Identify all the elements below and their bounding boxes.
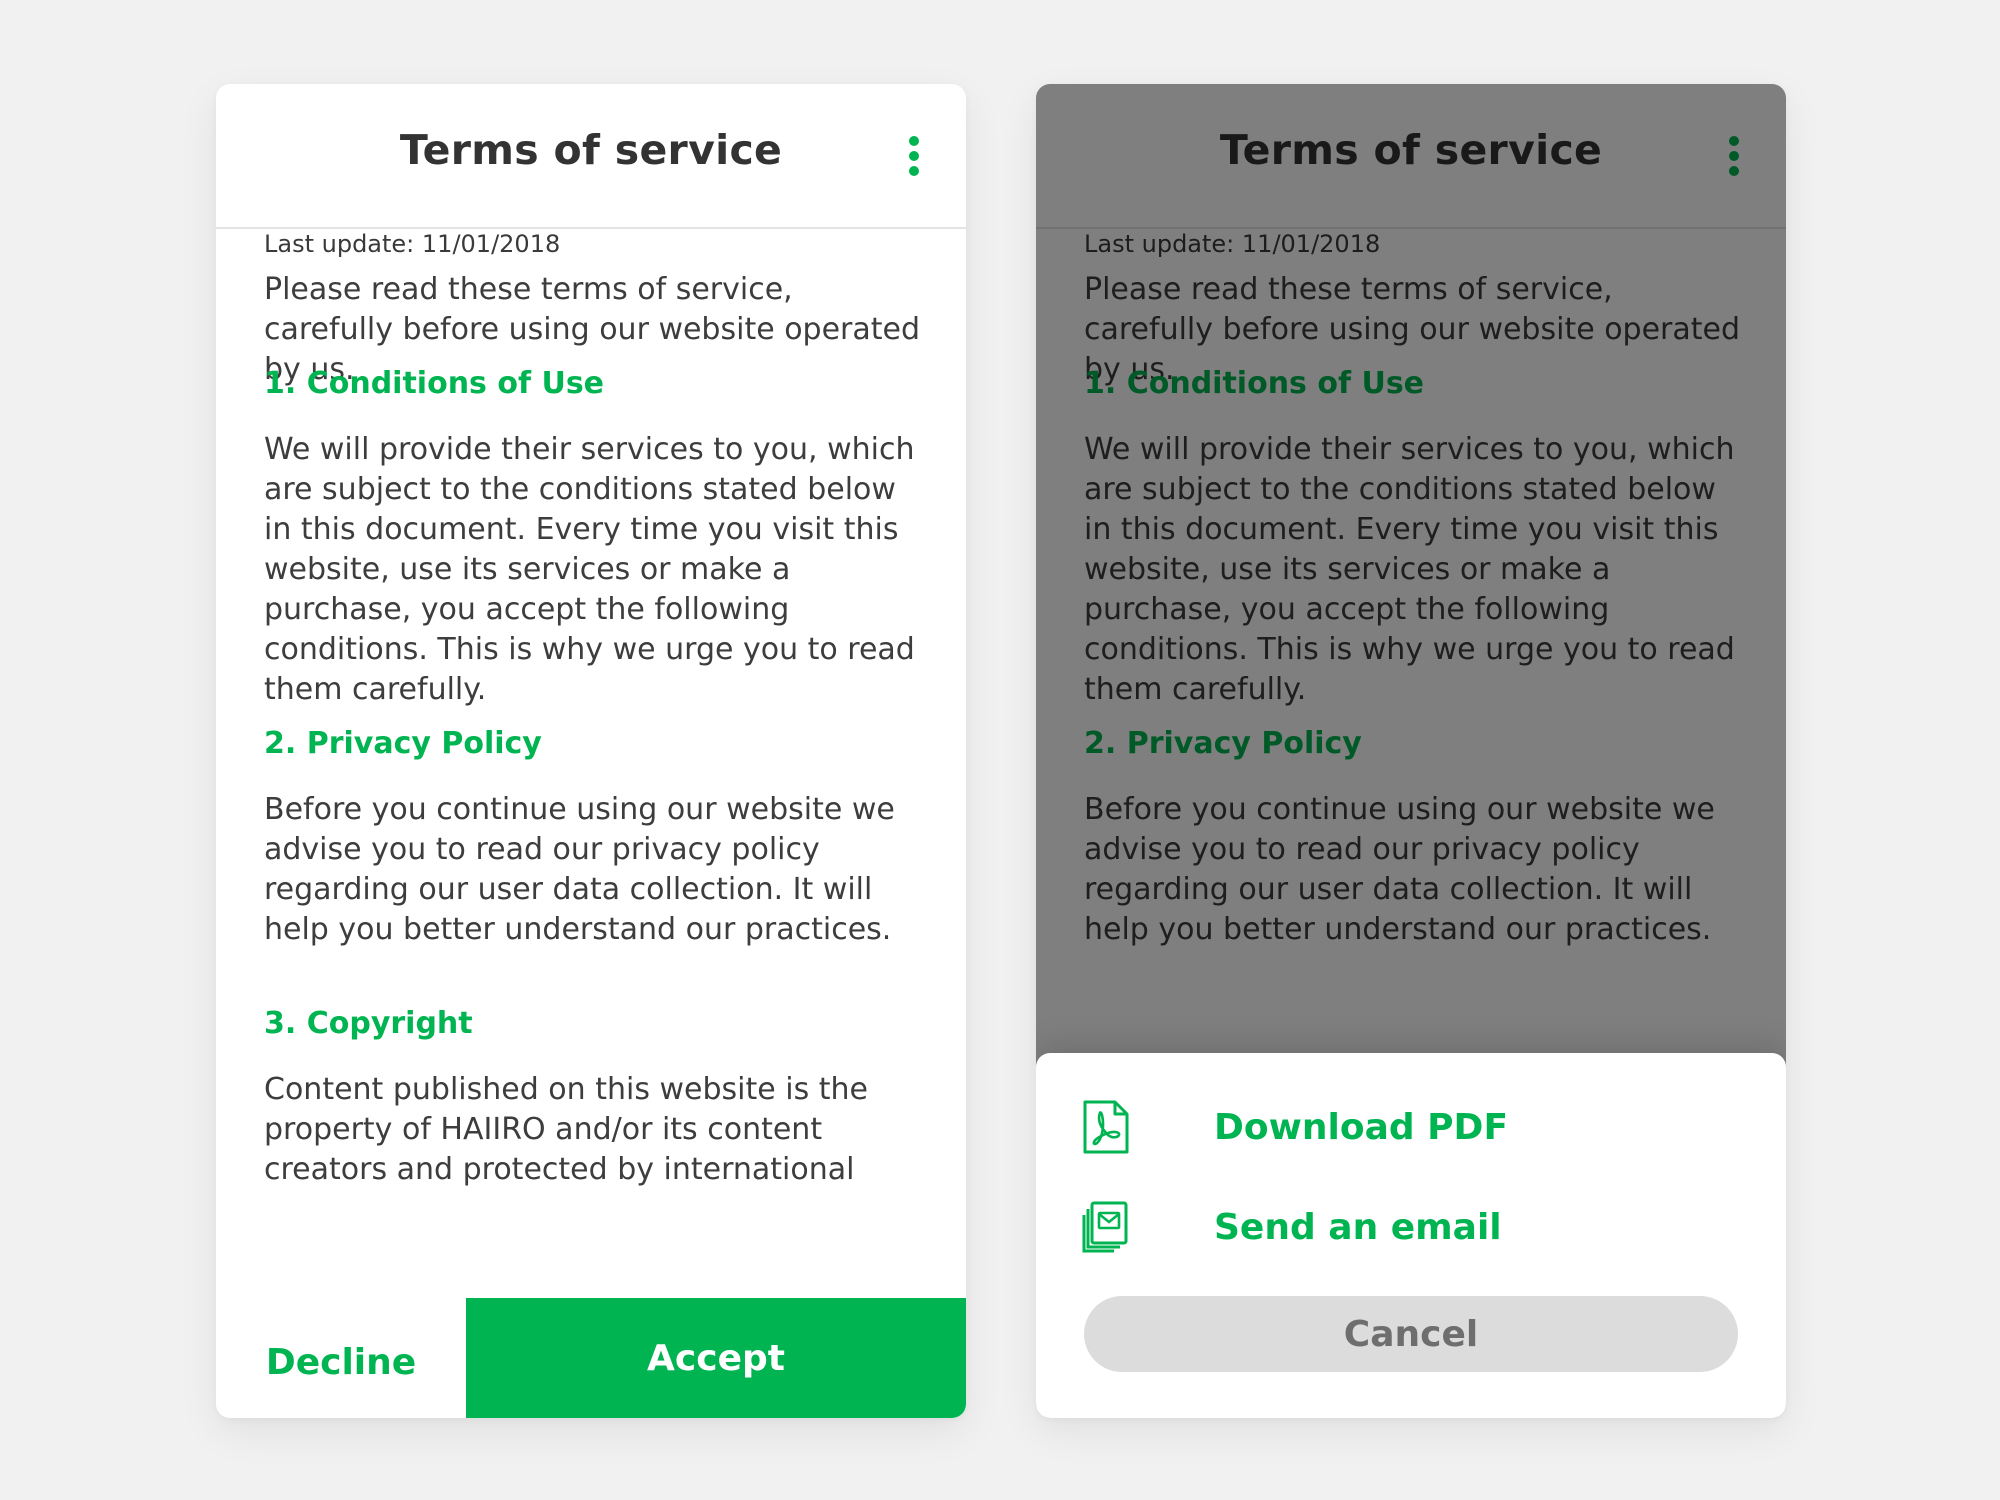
action-sheet: Download PDF Send an email Cancel bbox=[1036, 1053, 1786, 1418]
send-email-label: Send an email bbox=[1214, 1207, 1502, 1248]
pdf-file-icon bbox=[1083, 1100, 1129, 1154]
footer-actions: Decline Accept bbox=[216, 1298, 966, 1418]
section-text: Before you continue using our website we… bbox=[264, 792, 895, 947]
send-email-button[interactable]: Send an email bbox=[1082, 1199, 1722, 1259]
section-title: 1. Conditions of Use bbox=[264, 366, 605, 401]
download-pdf-button[interactable]: Download PDF bbox=[1082, 1099, 1722, 1159]
scroll-fade bbox=[216, 1234, 966, 1304]
last-update-text: Last update: 11/01/2018 bbox=[264, 230, 561, 258]
cancel-button[interactable]: Cancel bbox=[1084, 1296, 1738, 1372]
accept-button[interactable]: Accept bbox=[466, 1298, 966, 1418]
decline-button[interactable]: Decline bbox=[216, 1298, 466, 1418]
page-title: Terms of service bbox=[399, 126, 783, 174]
section-title: 2. Privacy Policy bbox=[264, 726, 542, 761]
kebab-menu-icon[interactable] bbox=[902, 136, 926, 176]
download-pdf-label: Download PDF bbox=[1214, 1107, 1509, 1148]
section-title: 3. Copyright bbox=[264, 1006, 473, 1041]
terms-screen-with-sheet: Terms of service Last update: 11/01/2018… bbox=[1036, 84, 1786, 1418]
section-text: We will provide their services to you, w… bbox=[264, 432, 915, 707]
header: Terms of service bbox=[216, 84, 966, 229]
email-icon bbox=[1082, 1201, 1128, 1253]
terms-screen: Terms of service Last update: 11/01/2018… bbox=[216, 84, 966, 1418]
section-text: Content published on this website is the… bbox=[264, 1072, 868, 1187]
